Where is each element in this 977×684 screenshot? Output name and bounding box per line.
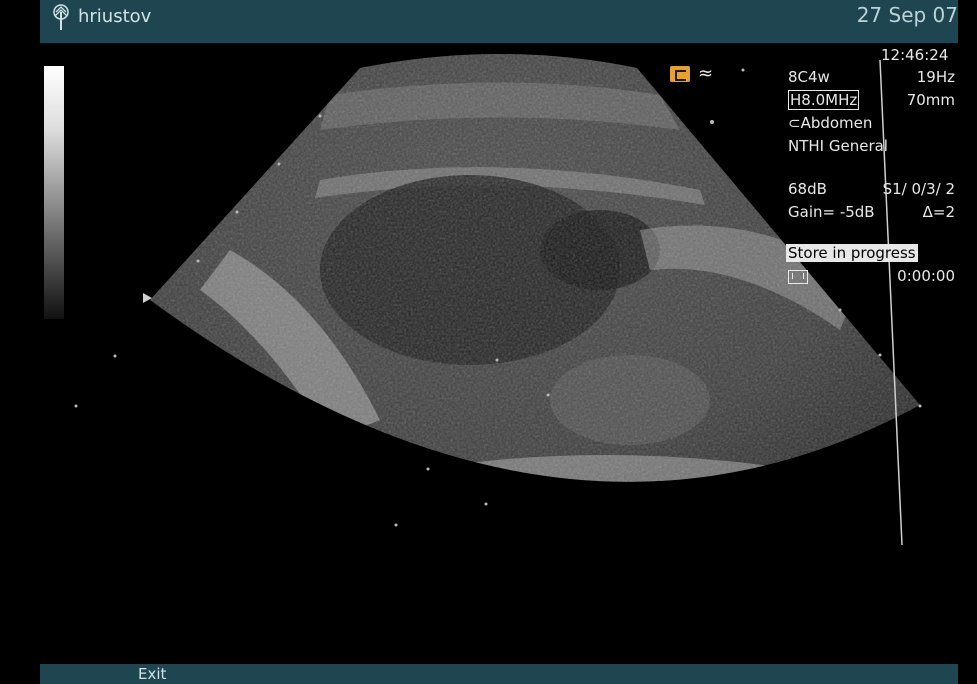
orientation-marker-icon xyxy=(143,293,152,303)
wave-icon: ≈ xyxy=(698,63,714,84)
frequency: H8.0MHz xyxy=(788,90,860,110)
gain: Gain= -5dB xyxy=(788,203,875,221)
frame-rate: 19Hz xyxy=(916,68,955,86)
delta: Δ=2 xyxy=(922,203,955,221)
dynamic-range: 68dB xyxy=(788,180,827,198)
cine-counter-icon xyxy=(788,267,808,285)
preset-icon: ⊂ xyxy=(788,114,801,132)
preset: ⊂Abdomen xyxy=(788,114,872,132)
store-status-label: Store in progress xyxy=(786,244,918,262)
settings: S1/ 0/3/ 2 xyxy=(882,180,955,198)
store-status: Store in progress xyxy=(786,244,918,262)
bottom-bar: Exit xyxy=(40,664,958,684)
probe-name: 8C4w xyxy=(788,68,830,86)
exit-button[interactable]: Exit xyxy=(138,664,166,684)
imaging-mode: NTHI General xyxy=(788,137,888,155)
mode-icons: ≈ xyxy=(670,63,714,84)
preset-label: Abdomen xyxy=(800,114,873,132)
cine-loop-icon xyxy=(670,66,690,82)
clock: 12:46:24 xyxy=(881,46,949,64)
timer: 0:00:00 xyxy=(897,267,955,285)
depth: 70mm xyxy=(906,91,955,109)
frequency-value: H8.0MHz xyxy=(788,90,860,110)
